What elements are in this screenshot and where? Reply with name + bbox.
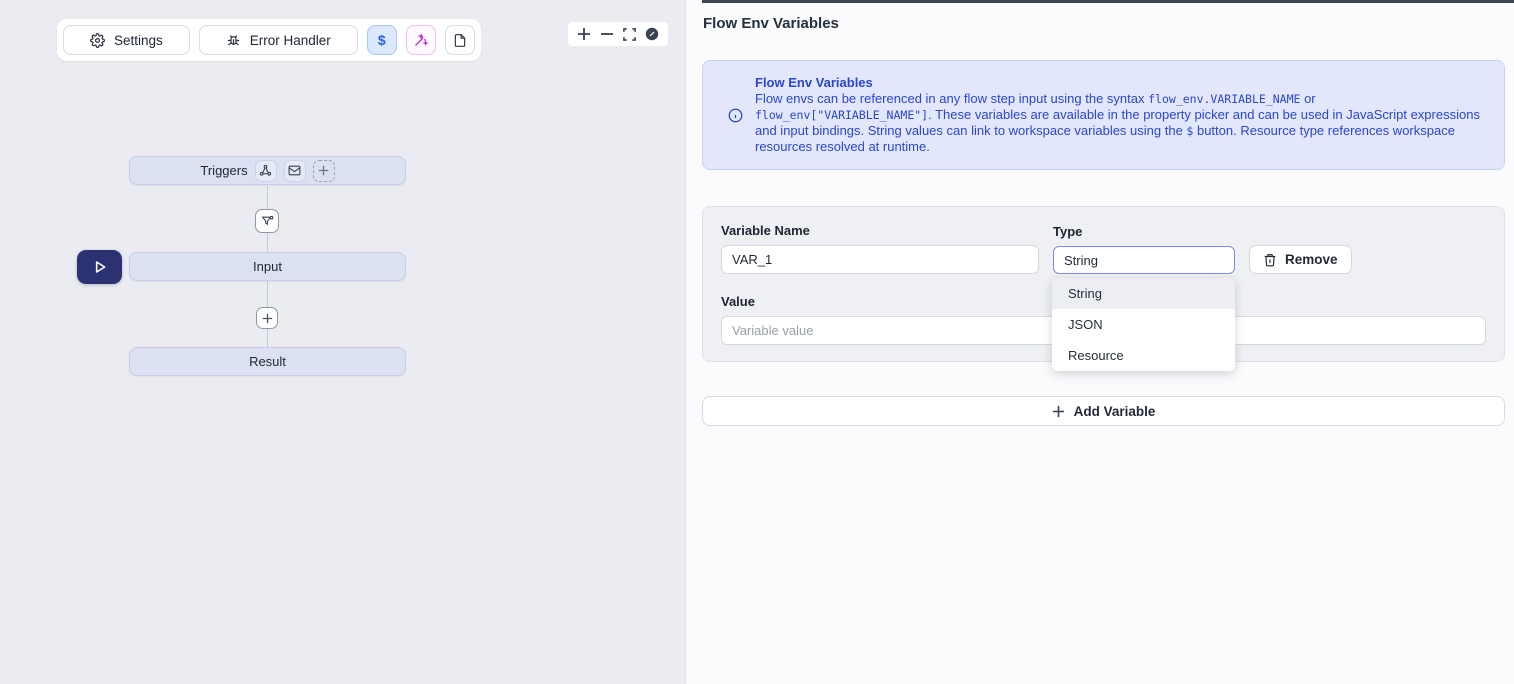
minimap-toggle-button[interactable]: [643, 25, 661, 43]
type-select-value: String: [1064, 253, 1098, 268]
type-label: Type: [1053, 224, 1235, 239]
webhook-icon: [259, 164, 272, 177]
preprocessor-filter-button[interactable]: [255, 209, 279, 233]
result-node-label: Result: [249, 354, 286, 369]
code-flow-env-dot: flow_env.VARIABLE_NAME: [1148, 92, 1300, 106]
webhook-trigger-button[interactable]: [255, 160, 277, 182]
settings-label: Settings: [114, 33, 163, 48]
remove-label: Remove: [1285, 252, 1338, 267]
node-input[interactable]: Input: [129, 252, 406, 281]
ai-assistant-button[interactable]: [406, 25, 436, 55]
triggers-node-label: Triggers: [200, 163, 247, 178]
add-variable-label: Add Variable: [1074, 404, 1156, 419]
add-step-button[interactable]: [256, 307, 278, 329]
node-result[interactable]: Result: [129, 347, 406, 376]
flow-toolbar: Settings Error Handler $: [57, 19, 481, 61]
zoom-in-button[interactable]: [575, 25, 593, 43]
plus-icon: [1052, 405, 1065, 418]
flow-canvas[interactable]: Settings Error Handler $: [0, 0, 686, 684]
play-icon: [92, 259, 108, 275]
info-banner: Flow Env Variables Flow envs can be refe…: [702, 60, 1505, 170]
type-option-resource[interactable]: Resource: [1052, 340, 1235, 371]
minus-icon: [600, 27, 614, 41]
dark-circle-icon: [645, 27, 659, 41]
code-flow-env-bracket: flow_env["VARIABLE_NAME"]: [755, 108, 928, 122]
fullscreen-icon: [623, 28, 636, 41]
gear-icon: [90, 33, 105, 48]
plus-icon: [577, 27, 591, 41]
flow-editor: Settings Error Handler $: [0, 0, 1514, 684]
notes-button[interactable]: [445, 25, 475, 55]
type-option-string[interactable]: String: [1052, 278, 1235, 309]
node-triggers[interactable]: Triggers: [129, 156, 406, 185]
zoom-controls: [568, 22, 668, 46]
fit-view-button[interactable]: [620, 25, 638, 43]
dollar-icon: $: [378, 32, 386, 48]
bug-icon: [226, 33, 241, 48]
settings-button[interactable]: Settings: [63, 25, 190, 55]
add-variable-button[interactable]: Add Variable: [702, 396, 1505, 426]
remove-variable-button[interactable]: Remove: [1249, 245, 1352, 274]
info-icon: [728, 108, 743, 123]
page-title: Flow Env Variables: [702, 15, 1505, 32]
active-tab-indicator: [702, 0, 1514, 3]
trash-icon: [1263, 253, 1277, 267]
run-flow-button[interactable]: [77, 250, 122, 284]
error-handler-label: Error Handler: [250, 33, 331, 48]
info-banner-body: Flow envs can be referenced in any flow …: [755, 91, 1484, 155]
zoom-out-button[interactable]: [598, 25, 616, 43]
plus-icon: [262, 313, 273, 324]
type-select[interactable]: String: [1053, 246, 1235, 274]
document-icon: [453, 33, 467, 48]
plus-icon: [318, 165, 329, 176]
info-banner-text: Flow Env Variables Flow envs can be refe…: [755, 75, 1484, 155]
variable-card: Variable Name Type String Remove: [702, 206, 1505, 362]
filter-icon: [261, 215, 274, 228]
info-banner-title: Flow Env Variables: [755, 75, 1484, 91]
flow-env-variables-panel: Flow Env Variables Flow Env Variables Fl…: [686, 0, 1514, 684]
email-trigger-button[interactable]: [284, 160, 306, 182]
mail-icon: [288, 164, 301, 177]
variable-name-input[interactable]: [721, 245, 1039, 274]
add-trigger-button[interactable]: [313, 160, 335, 182]
variable-name-label: Variable Name: [721, 223, 1039, 238]
env-variables-button[interactable]: $: [367, 25, 397, 55]
input-node-label: Input: [253, 259, 282, 274]
magic-wand-icon: [413, 33, 428, 48]
type-option-json[interactable]: JSON: [1052, 309, 1235, 340]
error-handler-button[interactable]: Error Handler: [199, 25, 358, 55]
type-dropdown-menu: String JSON Resource: [1052, 278, 1235, 371]
